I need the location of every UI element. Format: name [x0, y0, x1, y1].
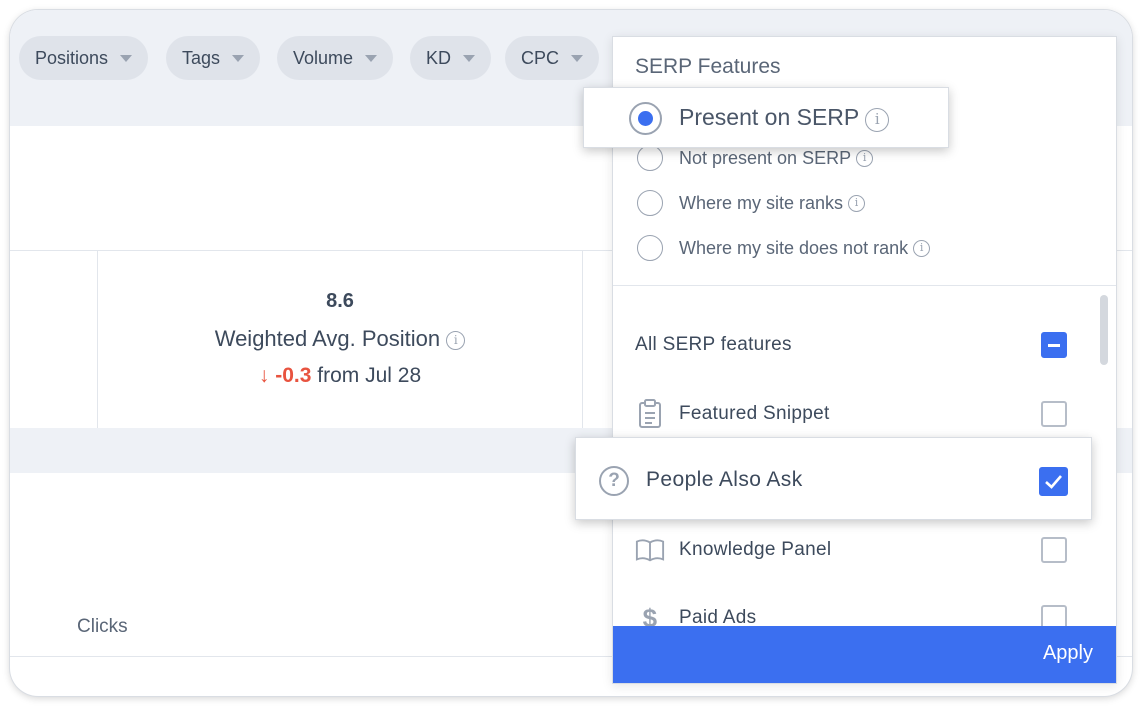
panel-title: SERP Features [635, 55, 781, 78]
radio-dot [638, 111, 653, 126]
metric-label-text: Weighted Avg. Position [214, 326, 441, 351]
radio-label: Where my site ranks [679, 192, 844, 213]
weighted-avg-position-label: Weighted Avg. Position i [98, 326, 582, 352]
feature-row-featured-snippet[interactable]: Featured Snippet [635, 396, 1067, 432]
caret-down-icon [463, 54, 476, 62]
feature-row-people-also-ask[interactable]: ? People Also Ask [575, 437, 1092, 520]
info-icon[interactable]: i [913, 239, 931, 257]
radio-button-selected[interactable] [629, 102, 662, 135]
filter-label: Volume [293, 47, 354, 68]
filter-tags[interactable]: Tags [166, 36, 261, 80]
book-icon [635, 535, 665, 565]
radio-present-on-serp[interactable]: Present on SERP i [583, 87, 949, 148]
apply-button[interactable]: Apply [1043, 642, 1093, 665]
chart-clicks-label: Clicks [77, 616, 128, 637]
arrow-down-icon: ↓ [258, 364, 270, 387]
delta-suffix: from Jul 28 [317, 364, 422, 387]
radio-label: Not present on SERP [679, 147, 852, 168]
all-features-checkbox[interactable] [1041, 332, 1067, 358]
radio-label: Present on SERP [679, 104, 859, 130]
caret-down-icon [232, 54, 245, 62]
metric-delta: ↓ -0.3 from Jul 28 [98, 364, 582, 388]
all-serp-features-row[interactable]: All SERP features [635, 327, 1067, 363]
divider [582, 250, 583, 428]
radio-label: Where my site does not rank [679, 237, 909, 258]
filter-volume[interactable]: Volume [277, 36, 394, 80]
filter-label: Tags [182, 47, 221, 68]
caret-down-icon [365, 54, 378, 62]
indeterminate-dash-icon [1048, 344, 1060, 347]
info-icon[interactable]: i [865, 108, 890, 132]
radio-button[interactable] [637, 145, 663, 171]
filter-cpc[interactable]: CPC [505, 36, 600, 80]
filter-positions[interactable]: Positions [19, 36, 149, 80]
apply-bar: Apply [613, 626, 1116, 683]
caret-down-icon [571, 54, 584, 62]
filter-label: KD [426, 47, 452, 68]
info-icon[interactable]: i [856, 149, 874, 167]
radio-not-present-on-serp[interactable]: Not present on SERP i [637, 145, 874, 171]
feature-label: People Also Ask [646, 468, 803, 491]
weighted-avg-position-value: 8.6 [326, 290, 354, 312]
radio-label-wrap: Present on SERP i [679, 104, 890, 132]
feature-checkbox[interactable] [1041, 537, 1067, 563]
info-icon[interactable]: i [446, 331, 466, 350]
scrollbar[interactable] [1100, 295, 1108, 365]
caret-down-icon [120, 54, 133, 62]
info-icon[interactable]: i [848, 194, 866, 212]
radio-button[interactable] [637, 235, 663, 261]
question-circle-icon: ? [599, 466, 629, 496]
app-frame: Positions Tags Volume KD CPC 8.6 Weighte… [10, 10, 1132, 696]
feature-checkbox-checked[interactable] [1039, 467, 1068, 496]
clipboard-icon [635, 399, 665, 429]
radio-where-my-site-ranks[interactable]: Where my site ranks i [637, 190, 866, 216]
feature-label: Knowledge Panel [679, 539, 832, 560]
filter-label: Positions [35, 47, 109, 68]
feature-label: Featured Snippet [679, 403, 830, 424]
checkmark-icon [1045, 475, 1062, 489]
filter-kd[interactable]: KD [410, 36, 492, 80]
feature-checkbox[interactable] [1041, 401, 1067, 427]
divider [613, 285, 1116, 286]
delta-value: -0.3 [275, 364, 312, 387]
filter-label: CPC [521, 47, 560, 68]
radio-button[interactable] [637, 190, 663, 216]
radio-where-my-site-does-not-rank[interactable]: Where my site does not rank i [637, 235, 931, 261]
feature-row-knowledge-panel[interactable]: Knowledge Panel [635, 532, 1067, 568]
feature-label: All SERP features [635, 334, 792, 355]
